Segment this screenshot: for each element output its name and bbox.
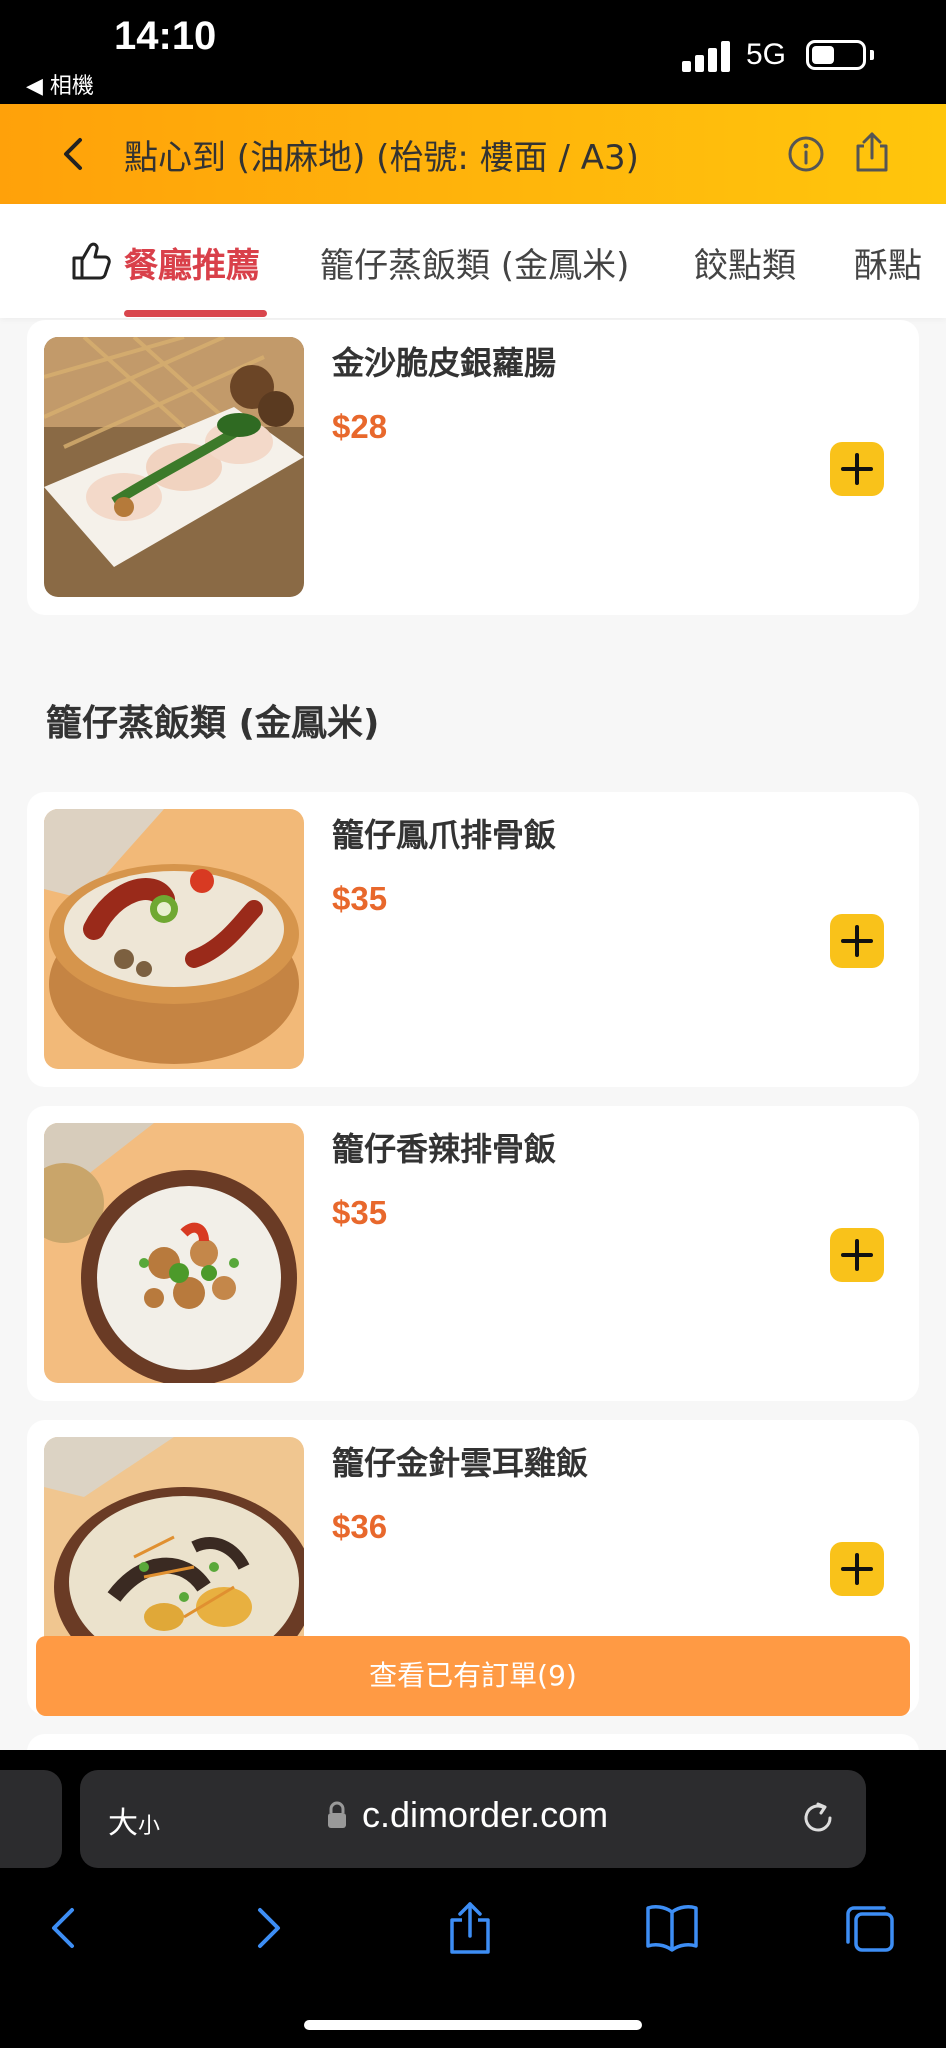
status-time: 14:10 xyxy=(114,14,217,58)
previous-tab[interactable] xyxy=(0,1770,62,1868)
network-label: 5G xyxy=(746,38,787,71)
menu-list: 金沙脆皮銀蘿腸 $28 籠仔蒸飯類 (金鳳米) 籠仔鳳爪排骨飯 $35 籠仔香辣… xyxy=(0,318,946,1750)
menu-item-card: 籠仔鳳爪排骨飯 $35 xyxy=(27,792,919,1087)
info-icon[interactable] xyxy=(786,134,826,174)
tabs-icon[interactable] xyxy=(840,1898,900,1958)
dish-name: 籠仔香辣排骨飯 xyxy=(332,1130,557,1168)
tab-recommended[interactable]: 餐廳推薦 xyxy=(124,238,260,287)
plus-icon xyxy=(841,1239,873,1271)
address-bar[interactable]: 大小 c.dimorder.com xyxy=(80,1770,866,1868)
share-icon[interactable] xyxy=(440,1898,500,1958)
add-to-cart-button[interactable] xyxy=(830,442,884,496)
tab-dumplings[interactable]: 餃點類 xyxy=(694,238,796,287)
dish-name: 金沙脆皮銀蘿腸 xyxy=(332,344,557,382)
browser-toolbar: 大小 c.dimorder.com xyxy=(0,1750,946,2048)
tab-pastries[interactable]: 酥點 xyxy=(854,238,922,287)
url-text: c.dimorder.com xyxy=(362,1794,609,1835)
text-size-button[interactable]: 大小 xyxy=(108,1798,160,1842)
plus-icon xyxy=(841,453,873,485)
section-heading: 籠仔蒸飯類 (金鳳米) xyxy=(46,703,380,744)
reload-icon[interactable] xyxy=(798,1798,838,1838)
menu-item-card xyxy=(27,1734,919,1750)
battery-tip xyxy=(870,50,874,60)
dish-price: $35 xyxy=(332,1194,388,1231)
dish-price: $36 xyxy=(332,1508,388,1545)
add-to-cart-button[interactable] xyxy=(830,1542,884,1596)
text-size-small: 小 xyxy=(138,1814,161,1839)
add-to-cart-button[interactable] xyxy=(830,914,884,968)
text-size-large: 大 xyxy=(108,1806,138,1841)
category-tabs: 餐廳推薦 籠仔蒸飯類 (金鳳米) 餃點類 酥點 xyxy=(0,204,946,318)
thumbs-up-icon xyxy=(72,242,111,280)
menu-item-card: 籠仔香辣排骨飯 $35 xyxy=(27,1106,919,1401)
back-to-app-link[interactable]: ◀ 相機 xyxy=(26,68,94,100)
forward-arrow-icon[interactable] xyxy=(238,1898,298,1958)
dish-image xyxy=(44,337,304,597)
dish-image xyxy=(44,809,304,1069)
lock-icon xyxy=(328,1801,346,1828)
battery-icon xyxy=(806,40,866,70)
bookmarks-icon[interactable] xyxy=(642,1898,702,1958)
dish-name: 籠仔金針雲耳雞飯 xyxy=(332,1444,589,1482)
view-orders-button[interactable]: 查看已有訂單(9) xyxy=(36,1636,910,1716)
active-tab-indicator xyxy=(124,310,267,317)
plus-icon xyxy=(841,1553,873,1585)
dish-price: $35 xyxy=(332,880,388,917)
home-indicator xyxy=(304,2020,642,2030)
page-title: 點心到 (油麻地) (枱號: 樓面 / A3) xyxy=(124,138,639,178)
dish-image xyxy=(44,1123,304,1383)
dish-name: 籠仔鳳爪排骨飯 xyxy=(332,816,557,854)
status-bar: 14:10 ◀ 相機 5G xyxy=(0,0,946,104)
back-arrow-icon[interactable] xyxy=(34,1898,94,1958)
add-to-cart-button[interactable] xyxy=(830,1228,884,1282)
plus-icon xyxy=(841,925,873,957)
tab-rice[interactable]: 籠仔蒸飯類 (金鳳米) xyxy=(320,238,629,287)
back-chevron-icon[interactable] xyxy=(52,132,96,176)
share-icon[interactable] xyxy=(852,130,892,174)
app-header: 點心到 (油麻地) (枱號: 樓面 / A3) xyxy=(0,104,946,204)
dish-price: $28 xyxy=(332,408,388,445)
signal-icon xyxy=(682,40,732,72)
menu-item-card: 金沙脆皮銀蘿腸 $28 xyxy=(27,320,919,615)
